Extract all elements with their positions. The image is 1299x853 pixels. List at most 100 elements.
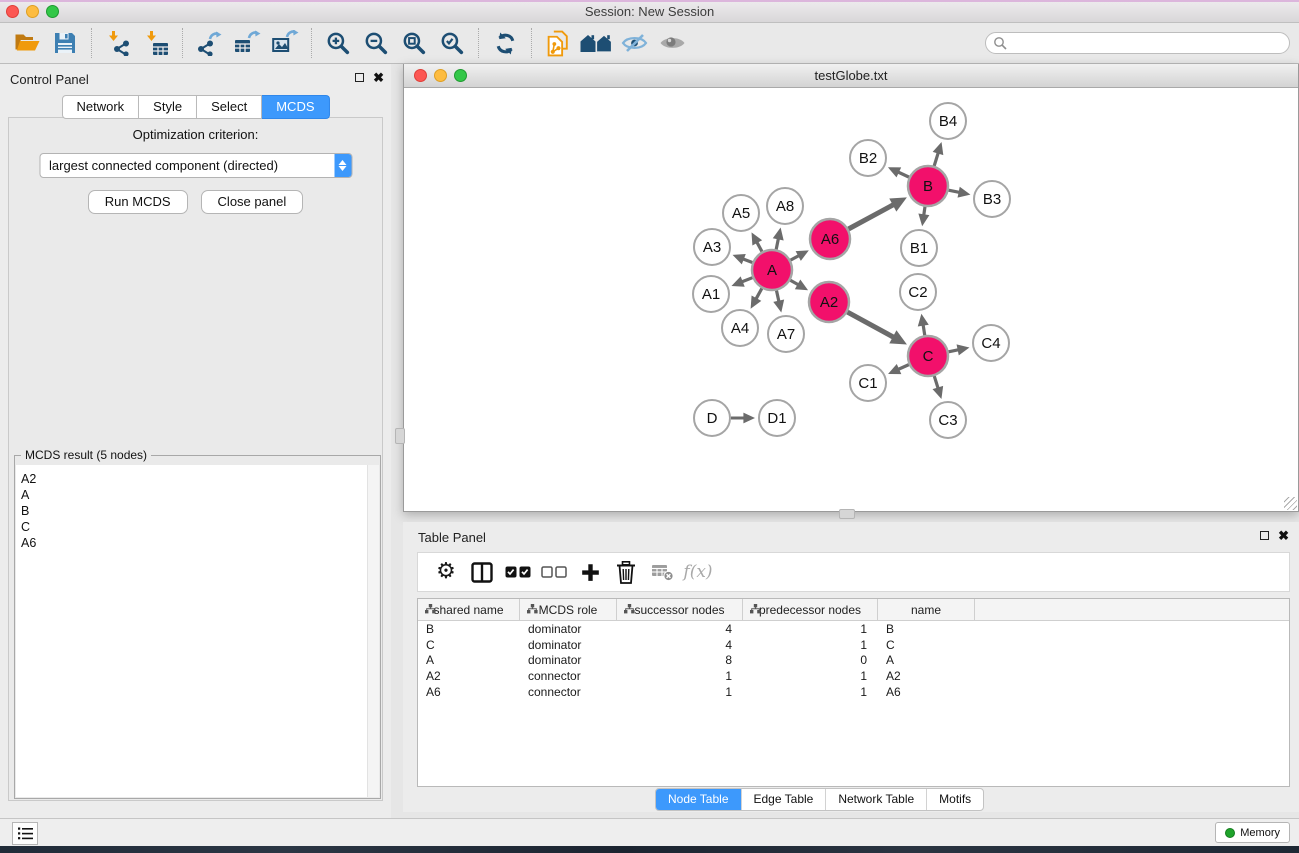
graph-node-B3[interactable]: B3 xyxy=(974,181,1010,217)
tab-select[interactable]: Select xyxy=(197,95,262,119)
add-column-button[interactable] xyxy=(572,555,608,589)
horizontal-splitter-grip[interactable] xyxy=(839,509,855,519)
table-cell[interactable]: 8 xyxy=(617,653,743,667)
column-header-successor-nodes[interactable]: successor nodes xyxy=(617,599,743,620)
table-cell[interactable]: A2 xyxy=(878,669,975,683)
clone-network-button[interactable] xyxy=(539,25,577,61)
table-row[interactable]: Cdominator41C xyxy=(418,637,1289,653)
mcds-result-item[interactable]: A6 xyxy=(21,535,379,551)
table-cell[interactable]: 1 xyxy=(743,638,878,652)
search-field[interactable] xyxy=(985,32,1290,54)
table-cell[interactable]: A6 xyxy=(878,685,975,699)
table-cell[interactable]: 4 xyxy=(617,638,743,652)
export-network-button[interactable] xyxy=(190,25,228,61)
graph-node-C3[interactable]: C3 xyxy=(930,402,966,438)
save-session-button[interactable] xyxy=(46,25,84,61)
graph-node-B4[interactable]: B4 xyxy=(930,103,966,139)
vertical-splitter-grip[interactable] xyxy=(395,428,405,444)
table-cell[interactable]: B xyxy=(878,622,975,636)
show-column-button[interactable] xyxy=(464,555,500,589)
mcds-result-item[interactable]: A xyxy=(21,487,379,503)
mcds-result-item[interactable]: B xyxy=(21,503,379,519)
table-cell[interactable]: 1 xyxy=(617,685,743,699)
table-cell[interactable]: 1 xyxy=(743,685,878,699)
table-cell[interactable]: C xyxy=(418,638,520,652)
graph-edge-A-A1[interactable] xyxy=(731,276,752,286)
export-table-button[interactable] xyxy=(228,25,266,61)
tab-network[interactable]: Network xyxy=(61,95,139,119)
table-row[interactable]: A2connector11A2 xyxy=(418,668,1289,684)
table-row[interactable]: Bdominator41B xyxy=(418,621,1289,637)
graph-node-A[interactable]: A xyxy=(752,250,792,290)
delete-table-button[interactable] xyxy=(644,555,680,589)
float-panel-icon[interactable] xyxy=(1260,531,1269,540)
graph-edge-A-A8[interactable] xyxy=(773,228,784,250)
task-history-button[interactable] xyxy=(12,822,38,845)
run-mcds-button[interactable]: Run MCDS xyxy=(88,190,188,214)
graph-node-A2[interactable]: A2 xyxy=(809,282,849,322)
memory-button[interactable]: Memory xyxy=(1215,822,1290,843)
graph-node-C1[interactable]: C1 xyxy=(850,365,886,401)
select-all-columns-button[interactable] xyxy=(500,555,536,589)
mcds-result-item[interactable]: C xyxy=(21,519,379,535)
table-cell[interactable]: A xyxy=(418,653,520,667)
graph-edge-B-B2[interactable] xyxy=(888,167,909,177)
delete-columns-button[interactable] xyxy=(608,555,644,589)
table-settings-button[interactable]: ⚙ xyxy=(428,555,464,589)
unselect-all-columns-button[interactable] xyxy=(536,555,572,589)
zoom-selected-button[interactable] xyxy=(433,25,471,61)
graph-edge-C-C4[interactable] xyxy=(949,344,970,355)
table-cell[interactable]: A xyxy=(878,653,975,667)
graph-node-A5[interactable]: A5 xyxy=(723,195,759,231)
close-panel-button[interactable]: Close panel xyxy=(201,190,304,214)
network-canvas-svg[interactable]: B4B2BB3A5A8A6A3B1AC2A1A2A4A7C4CC1DD1C3 xyxy=(404,88,1298,511)
table-cell[interactable]: 0 xyxy=(743,653,878,667)
mcds-result-list[interactable]: A2ABCA6 xyxy=(16,465,379,797)
tab-mcds[interactable]: MCDS xyxy=(262,95,329,119)
graph-node-A1[interactable]: A1 xyxy=(693,276,729,312)
graph-edge-A-A6[interactable] xyxy=(791,250,809,261)
criterion-dropdown[interactable]: largest connected component (directed) xyxy=(39,153,352,178)
table-row[interactable]: A6connector11A6 xyxy=(418,684,1289,700)
table-cell[interactable]: 1 xyxy=(743,669,878,683)
graph-edge-A-A7[interactable] xyxy=(773,291,784,313)
close-panel-icon[interactable]: ✖ xyxy=(1278,530,1289,541)
graph-edge-B-B1[interactable] xyxy=(918,207,929,226)
graph-edge-C-C3[interactable] xyxy=(933,376,944,399)
column-header-shared-name[interactable]: shared name xyxy=(418,599,520,620)
table-cell[interactable]: dominator xyxy=(520,638,617,652)
graph-node-D[interactable]: D xyxy=(694,400,730,436)
home-views-button[interactable] xyxy=(577,25,615,61)
float-panel-icon[interactable] xyxy=(355,73,364,82)
show-graphics-details-button[interactable] xyxy=(653,25,691,61)
refresh-button[interactable] xyxy=(486,25,524,61)
table-cell[interactable]: B xyxy=(418,622,520,636)
graph-node-A7[interactable]: A7 xyxy=(768,316,804,352)
open-file-button[interactable] xyxy=(8,25,46,61)
table-cell[interactable]: 1 xyxy=(743,622,878,636)
graph-edge-A-A3[interactable] xyxy=(733,254,753,264)
graph-node-A8[interactable]: A8 xyxy=(767,188,803,224)
graph-edge-A-A4[interactable] xyxy=(751,288,762,308)
table-cell[interactable]: 4 xyxy=(617,622,743,636)
network-canvas[interactable]: B4B2BB3A5A8A6A3B1AC2A1A2A4A7C4CC1DD1C3 xyxy=(404,88,1298,511)
table-cell[interactable]: dominator xyxy=(520,653,617,667)
column-header-name[interactable]: name xyxy=(878,599,975,620)
graph-node-B1[interactable]: B1 xyxy=(901,230,937,266)
hide-graphics-details-button[interactable] xyxy=(615,25,653,61)
graph-node-D1[interactable]: D1 xyxy=(759,400,795,436)
graph-node-C2[interactable]: C2 xyxy=(900,274,936,310)
tab-motifs[interactable]: Motifs xyxy=(926,789,983,810)
table-cell[interactable]: connector xyxy=(520,669,617,683)
graph-edge-A-A2[interactable] xyxy=(790,280,808,291)
graph-node-A3[interactable]: A3 xyxy=(694,229,730,265)
graph-node-A4[interactable]: A4 xyxy=(722,310,758,346)
window-resize-grip[interactable] xyxy=(1284,497,1297,510)
graph-node-C[interactable]: C xyxy=(908,336,948,376)
table-cell[interactable]: connector xyxy=(520,685,617,699)
zoom-fit-button[interactable] xyxy=(395,25,433,61)
search-input[interactable] xyxy=(1008,34,1289,52)
graph-node-B2[interactable]: B2 xyxy=(850,140,886,176)
graph-node-A6[interactable]: A6 xyxy=(810,219,850,259)
close-panel-icon[interactable]: ✖ xyxy=(373,72,384,83)
